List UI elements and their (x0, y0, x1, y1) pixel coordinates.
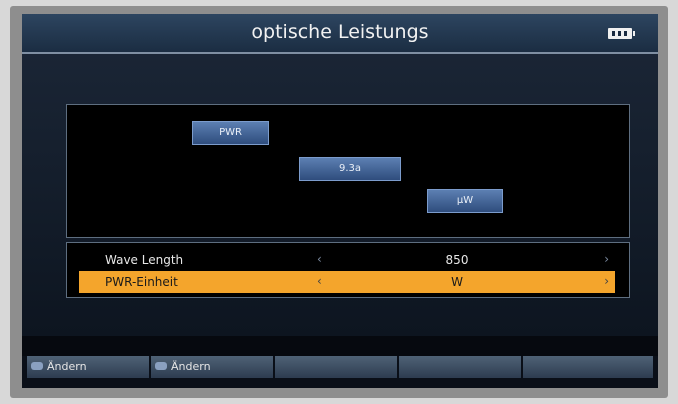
menu-row-pwr-einheit[interactable]: PWR-Einheit ‹ W › (79, 271, 615, 293)
battery-cell (624, 31, 627, 36)
fkey-empty-3[interactable] (275, 356, 397, 378)
fkey-empty-4[interactable] (399, 356, 521, 378)
fkey-label: Ändern (171, 360, 211, 373)
function-key-bar: Ändern Ändern (22, 356, 658, 388)
fkey-empty-5[interactable] (523, 356, 653, 378)
fkey-label: Ändern (47, 360, 87, 373)
title-bar: optische Leistungs (22, 14, 658, 54)
menu-row-label: Wave Length (105, 253, 184, 267)
tv-screen: optische Leistungs PWR 9.3a µW Wave Leng… (22, 14, 658, 388)
battery-cell (618, 31, 621, 36)
chevron-right-icon[interactable]: › (604, 274, 609, 288)
content-area: PWR 9.3a µW Wave Length ‹ 850 › PWR-Einh… (22, 54, 658, 336)
menu-row-label: PWR-Einheit (105, 275, 178, 289)
menu-row-wave-length[interactable]: Wave Length ‹ 850 › (79, 249, 615, 271)
unit-block: µW (427, 189, 503, 213)
menu-row-value: 850 (445, 253, 469, 267)
value-block: 9.3a (299, 157, 401, 181)
fkey-andern-2[interactable]: Ändern (151, 356, 273, 378)
chevron-left-icon[interactable]: ‹ (317, 252, 322, 266)
battery-icon (608, 28, 635, 39)
page-title: optische Leistungs (251, 21, 429, 43)
power-graph-panel: PWR 9.3a µW (66, 104, 630, 238)
chevron-left-icon[interactable]: ‹ (317, 274, 322, 288)
battery-cell (612, 31, 615, 36)
chevron-right-icon[interactable]: › (604, 252, 609, 266)
remote-key-icon (155, 362, 167, 370)
menu-row-value: W (451, 275, 463, 289)
settings-menu: Wave Length ‹ 850 › PWR-Einheit ‹ W › (66, 242, 630, 298)
remote-key-icon (31, 362, 43, 370)
pwr-block: PWR (192, 121, 269, 145)
fkey-andern-1[interactable]: Ändern (27, 356, 149, 378)
